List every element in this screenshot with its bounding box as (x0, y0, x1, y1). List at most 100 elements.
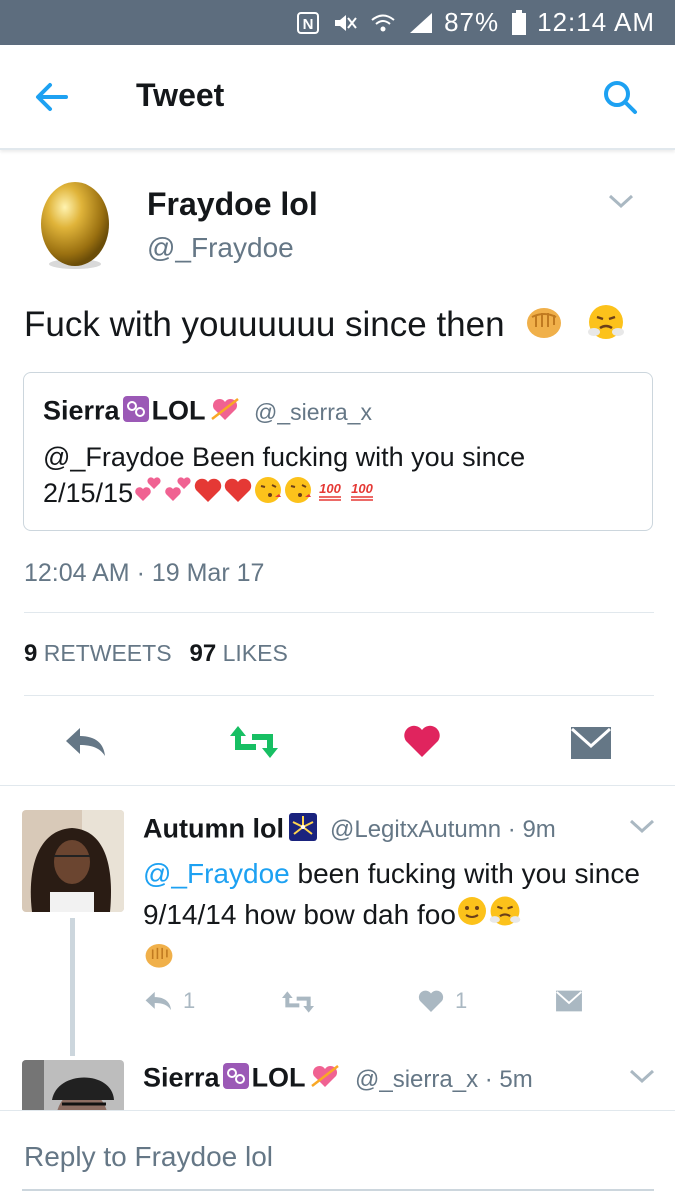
app-bar: Tweet (0, 45, 675, 150)
reply-author-name[interactable]: Sierra LOL (143, 1062, 340, 1097)
hundred-points-emoji-icon: 100 (315, 475, 345, 514)
heart-icon (404, 725, 440, 757)
quoted-tweet-text: @_Fraydoe Been fucking with you since 2/… (43, 439, 633, 514)
author-handle[interactable]: @_Fraydoe (147, 232, 294, 264)
hundred-points-emoji-icon: 100 (347, 475, 377, 514)
reply-menu-button[interactable] (628, 1068, 656, 1086)
search-button[interactable] (600, 77, 640, 117)
red-heart-emoji-icon (223, 475, 253, 514)
likes-count: 97 (189, 640, 217, 667)
reply-time: · 9m (507, 816, 556, 843)
svg-text:N: N (303, 16, 314, 33)
triumph-face-emoji-icon (488, 894, 522, 939)
reply-reply-button[interactable]: 1 (143, 988, 195, 1014)
reply-dm-button[interactable] (555, 990, 583, 1012)
divider (0, 785, 675, 786)
chevron-down-icon (629, 1069, 655, 1084)
divider (24, 695, 654, 696)
reply-button[interactable] (62, 724, 108, 765)
retweets-count: 9 (24, 640, 38, 667)
heart-arrow-emoji-icon (310, 1062, 340, 1097)
reply-like-button[interactable]: 1 (417, 988, 467, 1014)
red-heart-emoji-icon (193, 475, 223, 514)
envelope-icon (570, 727, 612, 759)
reply-menu-button[interactable] (628, 818, 656, 836)
reply-meta: @_sierra_x · 5m (355, 1066, 533, 1094)
tweet-text-content: Fuck with youuuuuu since then (24, 304, 505, 344)
reply-compose-bar[interactable]: Reply to Fraydoe lol (0, 1110, 675, 1200)
reply-input[interactable]: Reply to Fraydoe lol (24, 1141, 273, 1173)
quoted-text-line: @_Fraydoe Been fucking with you since (43, 442, 526, 472)
reply-author-name-text: Autumn lol (143, 813, 284, 844)
mute-icon (332, 11, 358, 35)
two-hearts-emoji-icon (163, 475, 193, 514)
cancer-sign-emoji-icon (122, 395, 150, 430)
envelope-icon (556, 990, 582, 1012)
fist-bump-emoji-icon (524, 303, 564, 350)
slightly-smiling-face-emoji-icon (456, 895, 488, 938)
kissing-face-emoji-icon (283, 475, 313, 514)
fireworks-emoji-icon (288, 812, 318, 849)
likes-count-link[interactable]: 97 LIKES (189, 640, 288, 667)
profile-photo-icon (22, 1060, 124, 1110)
engagement-counts: 9 RETWEETS 97 LIKES (24, 640, 288, 668)
like-button[interactable] (402, 722, 442, 765)
reply-avatar[interactable] (22, 810, 124, 912)
signal-icon (408, 11, 434, 35)
reply-icon (66, 728, 105, 756)
tweet-text: Fuck with youuuuuu since then (24, 302, 626, 351)
avatar[interactable] (25, 172, 125, 272)
reply-meta: @LegitxAutumn · 9m (330, 816, 556, 844)
retweet-icon (282, 991, 314, 1013)
heart-icon (418, 990, 444, 1012)
tweet-menu-button[interactable] (607, 193, 635, 211)
reply-author-handle: @_sierra_x (355, 1066, 479, 1093)
retweet-icon (230, 726, 278, 758)
status-bar: N 87% 12:14 AM (0, 0, 675, 45)
tweet-timestamp: 12:04 AM · 19 Mar 17 (24, 559, 265, 587)
clock: 12:14 AM (537, 7, 655, 37)
nfc-icon: N (296, 11, 320, 35)
reply-author-name[interactable]: Autumn lol (143, 812, 318, 849)
reply-avatar[interactable] (22, 1060, 124, 1110)
quoted-author-name: Sierra LOL (43, 395, 240, 430)
battery-icon (511, 9, 527, 36)
like-count: 1 (455, 988, 468, 1013)
chevron-down-icon (629, 819, 655, 834)
wifi-icon (370, 11, 396, 35)
svg-text:100: 100 (351, 481, 373, 496)
chevron-down-icon (608, 194, 634, 209)
quoted-name-part-2: LOL (151, 395, 206, 426)
mention-link[interactable]: @_Fraydoe (143, 858, 290, 889)
author-name[interactable]: Fraydoe lol (147, 186, 318, 223)
reply-author-name-part: Sierra (143, 1062, 220, 1093)
back-button[interactable] (30, 77, 74, 117)
quoted-text-date: 2/15/15 (43, 478, 134, 508)
reply-time: · 5m (484, 1066, 533, 1093)
back-arrow-icon (36, 83, 68, 111)
reply-icon (145, 991, 172, 1011)
heart-arrow-emoji-icon (210, 395, 240, 430)
reply-count: 1 (183, 988, 196, 1013)
profile-photo-icon (22, 810, 124, 912)
search-icon (604, 81, 637, 114)
page-title: Tweet (136, 77, 225, 113)
golden-egg-avatar-icon (41, 182, 109, 269)
quoted-author-handle: @_sierra_x (254, 399, 372, 425)
quoted-name-part: Sierra (43, 395, 120, 426)
reply-text: @_Fraydoe been fucking with you since 9/… (143, 854, 643, 981)
svg-text:100: 100 (319, 481, 341, 496)
cancer-sign-emoji-icon (222, 1062, 250, 1097)
quoted-tweet[interactable]: Sierra LOL @_sierra_x @_Fraydoe Been fuc… (23, 372, 653, 531)
thread-line (70, 918, 75, 1056)
kissing-face-emoji-icon (253, 475, 283, 514)
reply-retweet-button[interactable] (280, 990, 316, 1014)
retweets-label: RETWEETS (43, 640, 172, 666)
direct-message-button[interactable] (570, 726, 612, 765)
divider (24, 612, 654, 613)
likes-label: LIKES (222, 640, 288, 666)
retweet-button[interactable] (228, 724, 280, 765)
reply-author-name-part-2: LOL (251, 1062, 306, 1093)
retweets-count-link[interactable]: 9 RETWEETS (24, 640, 172, 667)
reply-author-handle: @LegitxAutumn (330, 816, 502, 843)
